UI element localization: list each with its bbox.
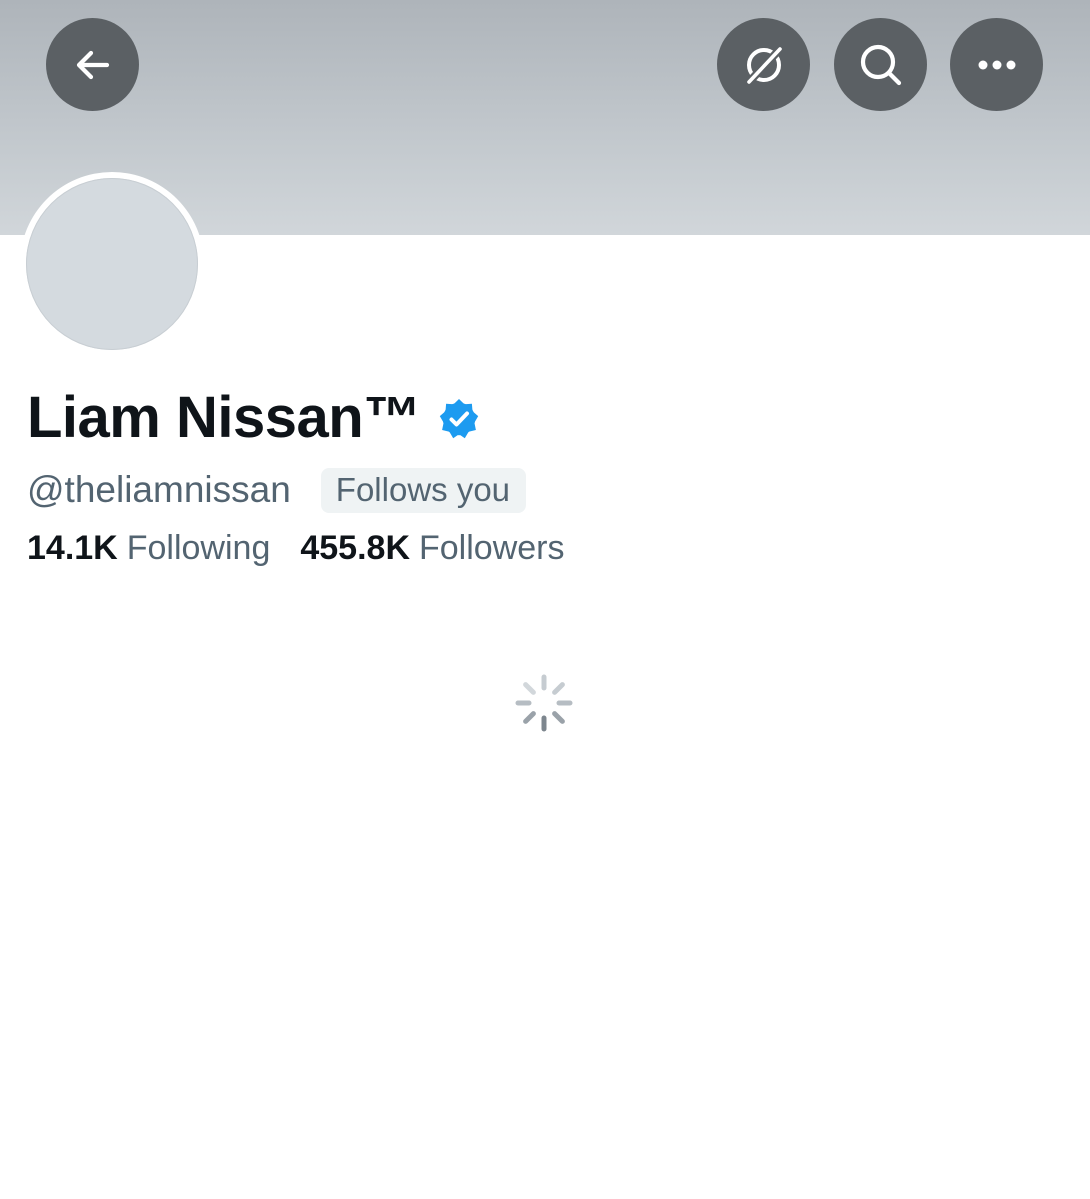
following-link[interactable]: 14.1K Following <box>27 529 270 568</box>
search-button[interactable] <box>834 18 927 111</box>
more-options-button[interactable] <box>950 18 1043 111</box>
following-label: Following <box>126 528 271 567</box>
followers-count: 455.8K <box>300 528 410 567</box>
display-name: Liam Nissan™ <box>27 384 421 450</box>
verified-badge-icon[interactable] <box>437 397 481 441</box>
back-button[interactable] <box>46 18 139 111</box>
more-dots-icon <box>978 60 1015 69</box>
arrow-left-icon <box>76 50 109 79</box>
search-icon <box>860 44 901 85</box>
followers-label: Followers <box>419 528 565 567</box>
loading-spinner-icon <box>515 674 573 732</box>
handle-row: @theliamnissan Follows you <box>27 466 527 514</box>
avatar[interactable] <box>26 178 198 350</box>
followers-link[interactable]: 455.8K Followers <box>300 529 564 568</box>
grok-slash-circle-icon <box>745 44 784 85</box>
profile-name-row: Liam Nissan™ <box>27 382 481 452</box>
follow-stats: 14.1K Following 455.8K Followers <box>27 526 564 570</box>
grok-button[interactable] <box>717 18 810 111</box>
username-handle: @theliamnissan <box>27 469 291 510</box>
follows-you-badge: Follows you <box>320 467 527 513</box>
following-count: 14.1K <box>27 528 118 567</box>
